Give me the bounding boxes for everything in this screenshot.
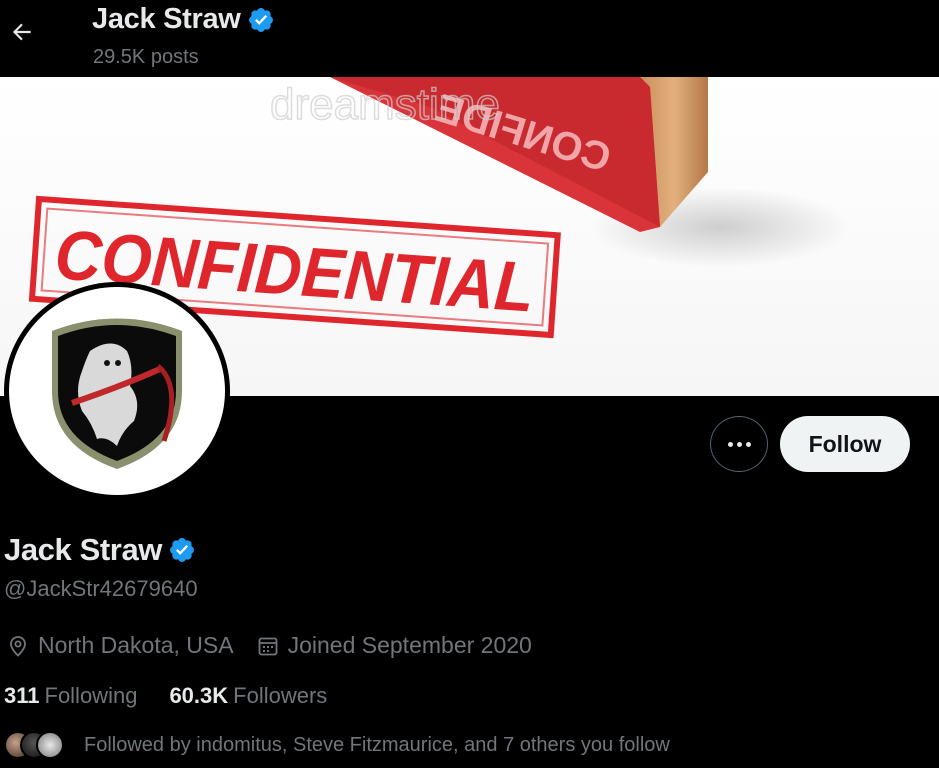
more-dots-icon bbox=[727, 441, 733, 447]
more-dots-icon bbox=[745, 441, 751, 447]
following-link[interactable]: 311 Following bbox=[4, 683, 137, 709]
following-label: Following bbox=[44, 683, 138, 708]
follow-counts: 311 Following 60.3K Followers bbox=[4, 683, 327, 709]
verified-badge-icon[interactable] bbox=[168, 536, 196, 564]
mutual-avatars bbox=[4, 731, 64, 759]
followed-by-text: Followed by indomitus, Steve Fitzmaurice… bbox=[84, 733, 670, 756]
followers-you-know-link[interactable]: Followed by indomitus, Steve Fitzmaurice… bbox=[4, 731, 670, 759]
avatar bbox=[36, 731, 64, 759]
profile-meta: North Dakota, USA Joined September 2020 bbox=[6, 632, 532, 659]
join-date-text: Joined September 2020 bbox=[287, 632, 532, 658]
followers-count: 60.3K bbox=[169, 683, 229, 708]
header-name: Jack Straw bbox=[92, 3, 241, 35]
display-name: Jack Straw bbox=[4, 532, 162, 567]
arrow-left-icon bbox=[12, 23, 31, 41]
verified-badge-icon[interactable] bbox=[247, 6, 275, 34]
more-options-button[interactable] bbox=[710, 416, 768, 472]
followers-link[interactable]: 60.3K Followers bbox=[169, 683, 327, 709]
back-button[interactable] bbox=[2, 12, 42, 52]
header-title: Jack Straw bbox=[92, 3, 275, 36]
location-text: North Dakota, USA bbox=[38, 632, 234, 658]
ghost-reaper-shield-icon bbox=[52, 318, 182, 469]
location-pin-icon bbox=[10, 635, 26, 657]
post-count: 29.5K posts bbox=[93, 46, 199, 68]
profile-name: Jack Straw bbox=[4, 532, 196, 568]
banner-watermark: dreamstime bbox=[270, 80, 500, 129]
follow-button[interactable]: Follow bbox=[780, 416, 910, 472]
profile-avatar[interactable] bbox=[4, 282, 230, 500]
avatar-image bbox=[9, 287, 225, 495]
join-date: Joined September 2020 bbox=[256, 632, 532, 659]
followers-label: Followers bbox=[233, 683, 328, 708]
location: North Dakota, USA bbox=[6, 632, 234, 659]
profile-handle: @JackStr42679640 bbox=[4, 576, 198, 601]
calendar-icon bbox=[258, 637, 277, 655]
more-dots-icon bbox=[736, 441, 742, 447]
following-count: 311 bbox=[4, 683, 40, 708]
profile-header-bar: Jack Straw 29.5K posts bbox=[0, 0, 939, 77]
